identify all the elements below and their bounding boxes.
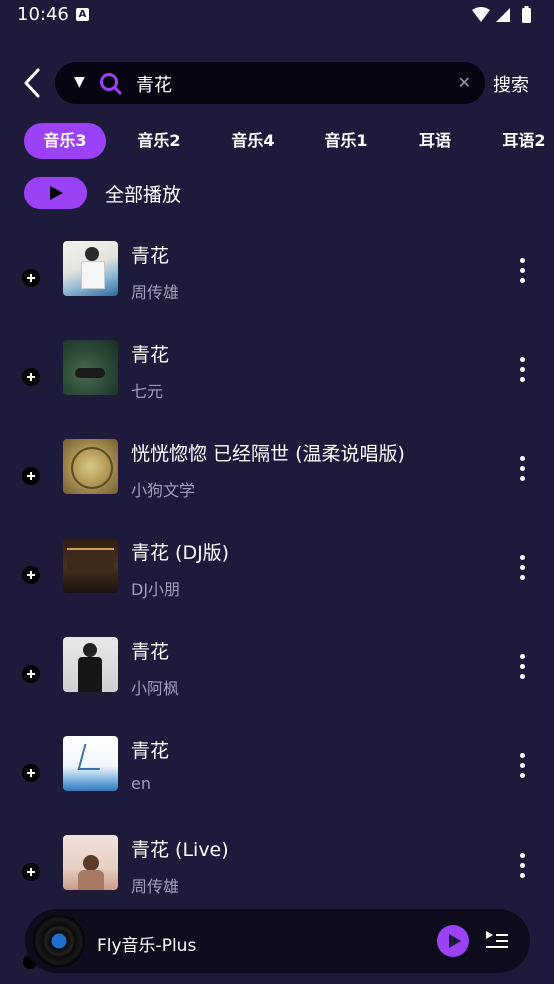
back-button[interactable] [18,66,48,100]
song-title: 青花 [131,245,170,267]
vinyl-record-icon[interactable] [33,915,85,967]
add-to-queue-icon[interactable] [22,764,40,782]
song-artist: en [131,774,151,793]
song-item[interactable]: 青花 en [0,736,554,835]
song-artist: 小狗文学 [131,481,196,500]
search-input[interactable]: 青花 [136,71,172,97]
clear-icon[interactable]: ✕ [458,73,471,92]
playlist-icon[interactable] [485,929,509,951]
song-artist: 七元 [131,382,164,401]
wifi-icon [472,7,490,22]
tab-whisper2[interactable]: 耳语2 [495,123,553,159]
song-title: 青花 [131,641,170,663]
tab-whisper[interactable]: 耳语 [410,123,460,159]
song-artist: 周传雄 [131,877,180,896]
song-item[interactable]: 青花 (DJ版) DJ小朋 [0,538,554,637]
album-cover [63,736,118,791]
song-item[interactable]: 恍恍惚惚 已经隔世 (温柔说唱版) 小狗文学 [0,439,554,538]
song-title: 恍恍惚惚 已经隔世 (温柔说唱版) [131,443,405,465]
battery-icon [522,8,531,23]
dropdown-triangle-icon[interactable]: ▼ [74,74,85,90]
back-arrow-icon [24,68,40,98]
song-title: 青花 (DJ版) [131,542,230,564]
album-cover [63,241,118,296]
add-to-queue-icon[interactable] [22,368,40,386]
tab-music2[interactable]: 音乐2 [128,123,190,159]
tab-music3[interactable]: 音乐3 [24,123,106,159]
album-cover [63,340,118,395]
player-play-button[interactable] [437,925,469,957]
song-title: 青花 (Live) [131,839,229,861]
add-to-queue-icon[interactable] [22,863,40,881]
play-icon [50,186,63,200]
add-to-queue-icon[interactable] [22,566,40,584]
play-all-button[interactable] [24,177,87,209]
album-cover [63,439,118,494]
song-artist: 小阿枫 [131,679,180,698]
song-item[interactable]: 青花 小阿枫 [0,637,554,736]
add-to-queue-icon[interactable] [22,467,40,485]
status-time: 10:46 [17,4,69,25]
more-options-icon[interactable] [518,654,526,680]
mini-player[interactable]: Fly音乐-Plus [25,909,530,973]
song-artist: DJ小朋 [131,580,181,599]
more-options-icon[interactable] [518,753,526,779]
tab-music4[interactable]: 音乐4 [222,123,284,159]
more-options-icon[interactable] [518,456,526,482]
tab-music1[interactable]: 音乐1 [315,123,377,159]
song-artist: 周传雄 [131,283,180,302]
play-icon [449,934,461,948]
more-options-icon[interactable] [518,853,526,879]
notification-a-icon: A [76,8,89,21]
search-icon [100,73,122,95]
status-icons [472,6,531,23]
more-options-icon[interactable] [518,258,526,284]
status-bar: 10:46 A [0,0,554,30]
player-title: Fly音乐-Plus [97,936,197,956]
add-to-queue-icon[interactable] [22,665,40,683]
more-options-icon[interactable] [518,555,526,581]
song-title: 青花 [131,740,170,762]
song-item[interactable]: 青花 七元 [0,340,554,439]
song-item[interactable]: 青花 周传雄 [0,241,554,340]
more-options-icon[interactable] [518,357,526,383]
search-box[interactable]: ▼ 青花 ✕ [55,62,485,104]
song-title: 青花 [131,344,170,366]
album-cover [63,835,118,890]
album-cover [63,538,118,593]
add-to-queue-icon[interactable] [22,269,40,287]
source-tabs: 音乐3 音乐2 音乐4 音乐1 耳语 耳语2 [0,123,554,159]
album-cover [63,637,118,692]
search-button[interactable]: 搜索 [493,71,529,97]
play-all-label[interactable]: 全部播放 [105,180,181,207]
signal-icon [496,8,510,22]
